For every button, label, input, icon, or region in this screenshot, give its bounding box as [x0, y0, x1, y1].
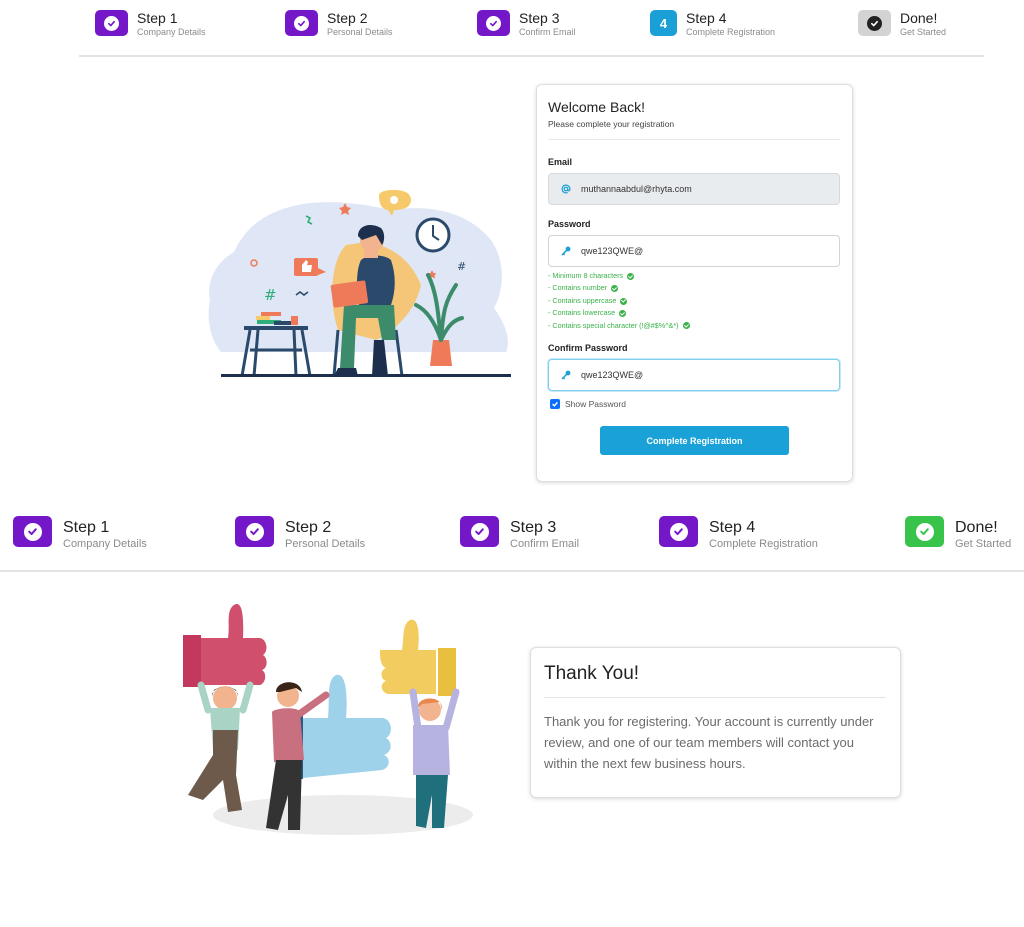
step-completed-badge — [95, 10, 128, 36]
show-password-label: Show Password — [565, 399, 626, 409]
step-subtitle: Company Details — [137, 27, 206, 37]
check-circle-icon — [611, 285, 619, 293]
step-completed-badge — [235, 516, 274, 547]
step-subtitle: Complete Registration — [709, 538, 818, 550]
top-step-done[interactable]: Done! Get Started — [858, 10, 947, 37]
form-title: Welcome Back! — [548, 99, 645, 115]
complete-registration-button[interactable]: Complete Registration — [600, 426, 789, 455]
thank-you-card: Thank You! Thank you for registering. Yo… — [530, 647, 901, 798]
top-step-1[interactable]: Step 1 Company Details — [95, 10, 206, 37]
step-title: Step 2 — [285, 519, 332, 536]
step-title: Step 2 — [327, 10, 368, 26]
bottom-stepper-divider — [0, 570, 1024, 572]
check-circle-icon — [867, 15, 882, 31]
check-circle-icon — [23, 522, 42, 541]
svg-text:#: # — [457, 260, 466, 273]
password-rule: - Minimum 8 characters — [548, 270, 690, 282]
confirm-password-input[interactable] — [581, 370, 821, 380]
thank-you-divider — [544, 697, 886, 698]
step-title: Step 4 — [709, 519, 756, 536]
step-completed-badge — [659, 516, 698, 547]
step-subtitle: Complete Registration — [686, 27, 776, 37]
step-subtitle: Confirm Email — [510, 538, 580, 550]
check-circle-icon — [104, 15, 119, 31]
password-field — [548, 235, 840, 267]
email-field — [548, 173, 840, 205]
confirm-password-label: Confirm Password — [548, 343, 628, 353]
at-sign-icon — [561, 184, 571, 194]
show-password-checkbox[interactable] — [550, 399, 560, 409]
thank-you-message: Thank you for registering. Your account … — [544, 714, 874, 771]
step-number: 4 — [659, 15, 668, 31]
step-title: Step 3 — [519, 10, 560, 26]
thumbs-up-team-illustration — [183, 604, 473, 835]
rule-text: - Contains number — [548, 283, 608, 293]
password-rule: - Contains lowercase — [548, 307, 690, 319]
check-circle-icon — [245, 522, 264, 541]
step-completed-badge — [13, 516, 52, 547]
step-subtitle: Get Started — [955, 538, 1012, 550]
check-circle-icon — [294, 15, 309, 31]
check-circle-icon — [682, 322, 690, 330]
password-rule: - Contains uppercase — [548, 295, 690, 307]
step-done-badge — [905, 516, 944, 547]
check-circle-icon — [669, 522, 688, 541]
thank-you-title: Thank You! — [544, 663, 640, 684]
step-active-badge: 4 — [650, 10, 677, 36]
step-title: Step 1 — [137, 10, 178, 26]
top-stepper-divider — [79, 55, 984, 57]
bottom-step-3[interactable]: Step 3 Confirm Email — [460, 516, 580, 550]
top-step-4[interactable]: 4 Step 4 Complete Registration — [650, 10, 776, 37]
svg-text:#: # — [264, 286, 277, 304]
check-circle-icon — [915, 522, 934, 541]
form-header-divider — [548, 139, 840, 140]
rule-text: - Contains special character (!@#$%^&*) — [548, 320, 679, 330]
step-subtitle: Company Details — [63, 538, 147, 550]
registration-card: Welcome Back! Please complete your regis… — [536, 84, 853, 482]
step-title: Step 4 — [686, 10, 727, 26]
email-input[interactable] — [581, 184, 821, 194]
step-subtitle: Get Started — [900, 27, 947, 37]
email-label: Email — [548, 157, 573, 167]
check-circle-icon — [620, 297, 628, 305]
step-title: Done! — [900, 10, 938, 26]
step-subtitle: Personal Details — [285, 538, 366, 550]
check-circle-icon — [619, 309, 627, 317]
password-rule: - Contains number — [548, 282, 690, 294]
step-completed-badge — [285, 10, 318, 36]
show-password-row[interactable]: Show Password — [550, 399, 626, 409]
password-input[interactable] — [581, 246, 821, 256]
top-step-3[interactable]: Step 3 Confirm Email — [477, 10, 576, 37]
form-subtitle: Please complete your registration — [548, 119, 675, 129]
key-icon — [561, 246, 571, 256]
bottom-step-4[interactable]: Step 4 Complete Registration — [659, 516, 818, 550]
step-completed-badge — [477, 10, 510, 36]
step-title: Done! — [955, 519, 998, 536]
password-label: Password — [548, 219, 591, 229]
check-circle-icon — [486, 15, 501, 31]
bottom-step-done[interactable]: Done! Get Started — [905, 516, 1012, 550]
step-subtitle: Personal Details — [327, 27, 393, 37]
rule-text: - Minimum 8 characters — [548, 271, 624, 280]
top-step-2[interactable]: Step 2 Personal Details — [285, 10, 393, 37]
rule-text: - Contains lowercase — [548, 308, 616, 318]
step-completed-badge — [460, 516, 499, 547]
step-title: Step 3 — [510, 519, 557, 536]
step-subtitle: Confirm Email — [519, 27, 576, 37]
step-pending-badge — [858, 10, 891, 36]
bottom-step-2[interactable]: Step 2 Personal Details — [235, 516, 366, 550]
check-circle-icon — [627, 272, 635, 280]
step-title: Step 1 — [63, 519, 110, 536]
check-circle-icon — [470, 522, 489, 541]
rule-text: - Contains uppercase — [548, 295, 617, 305]
bottom-step-1[interactable]: Step 1 Company Details — [13, 516, 147, 550]
password-rule: - Contains special character (!@#$%^&*) — [548, 320, 690, 332]
password-rules: - Minimum 8 characters - Contains number… — [548, 270, 690, 332]
key-icon — [561, 370, 571, 380]
confirm-password-field — [548, 359, 840, 391]
person-working-illustration: # # — [208, 190, 511, 377]
